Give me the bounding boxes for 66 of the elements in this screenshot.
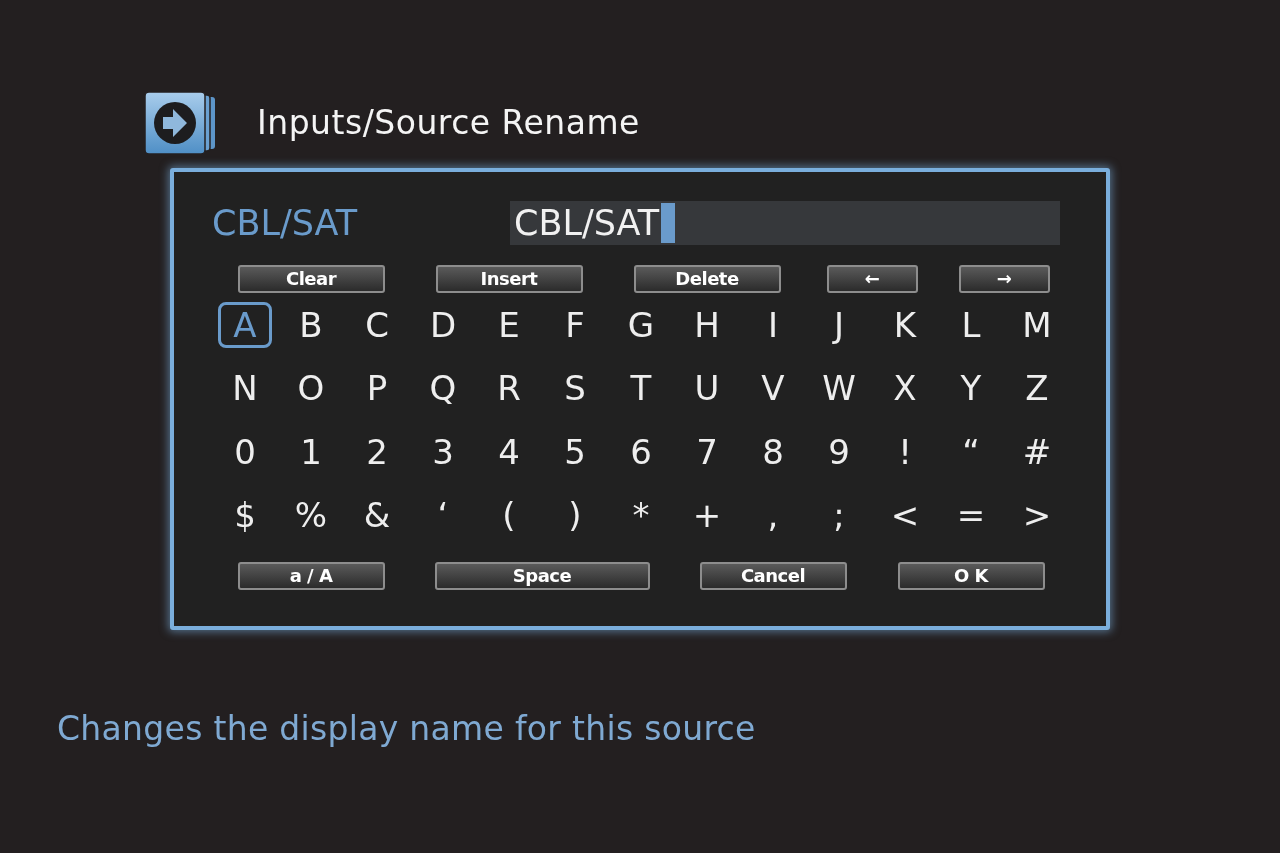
character-key[interactable]: S bbox=[548, 365, 602, 412]
cursor-left-button[interactable]: ← bbox=[826, 265, 918, 293]
character-key[interactable]: < bbox=[878, 492, 932, 539]
character-key[interactable]: M bbox=[1010, 301, 1064, 348]
character-key[interactable]: B bbox=[284, 301, 338, 348]
character-key[interactable]: E bbox=[482, 301, 536, 348]
character-key[interactable]: + bbox=[680, 492, 734, 539]
character-key[interactable]: ‘ bbox=[416, 492, 470, 539]
character-key[interactable]: 6 bbox=[614, 428, 668, 475]
cancel-button[interactable]: Cancel bbox=[699, 562, 847, 590]
character-key[interactable]: 8 bbox=[746, 428, 800, 475]
character-key[interactable]: R bbox=[482, 365, 536, 412]
character-key[interactable]: L bbox=[944, 301, 998, 348]
character-key[interactable]: 4 bbox=[482, 428, 536, 475]
source-label: CBL/SAT bbox=[212, 202, 359, 245]
clear-button[interactable]: Clear bbox=[237, 265, 385, 293]
space-button[interactable]: Space bbox=[434, 562, 650, 590]
character-key[interactable]: V bbox=[746, 365, 800, 412]
character-key[interactable]: ( bbox=[482, 492, 536, 539]
character-key[interactable]: U bbox=[680, 365, 734, 412]
character-key[interactable]: O bbox=[284, 365, 338, 412]
character-key[interactable]: X bbox=[878, 365, 932, 412]
character-key[interactable]: “ bbox=[944, 428, 998, 475]
character-key[interactable]: 9 bbox=[812, 428, 866, 475]
character-key[interactable]: T bbox=[614, 365, 668, 412]
page-title: Inputs/Source Rename bbox=[257, 102, 640, 145]
delete-button[interactable]: Delete bbox=[633, 265, 781, 293]
character-key[interactable]: I bbox=[746, 301, 800, 348]
character-key[interactable]: $ bbox=[218, 492, 272, 539]
character-key[interactable]: % bbox=[284, 492, 338, 539]
character-key[interactable]: Q bbox=[416, 365, 470, 412]
character-key[interactable]: ; bbox=[812, 492, 866, 539]
ok-button[interactable]: O K bbox=[897, 562, 1045, 590]
character-key[interactable]: W bbox=[812, 365, 866, 412]
character-key[interactable]: C bbox=[350, 301, 404, 348]
character-key[interactable]: , bbox=[746, 492, 800, 539]
character-key[interactable]: 7 bbox=[680, 428, 734, 475]
character-key[interactable]: * bbox=[614, 492, 668, 539]
case-toggle-button[interactable]: a / A bbox=[237, 562, 385, 590]
character-key[interactable]: 1 bbox=[284, 428, 338, 475]
character-key[interactable]: & bbox=[350, 492, 404, 539]
character-key[interactable]: Z bbox=[1010, 365, 1064, 412]
character-key[interactable]: J bbox=[812, 301, 866, 348]
character-key[interactable]: ) bbox=[548, 492, 602, 539]
character-key[interactable]: 5 bbox=[548, 428, 602, 475]
character-key[interactable]: = bbox=[944, 492, 998, 539]
cursor-right-button[interactable]: → bbox=[958, 265, 1050, 293]
character-key[interactable]: 3 bbox=[416, 428, 470, 475]
character-key[interactable]: G bbox=[614, 301, 668, 348]
name-input-field[interactable]: CBL/SAT bbox=[510, 201, 1060, 245]
character-key[interactable]: P bbox=[350, 365, 404, 412]
source-arrow-icon bbox=[145, 92, 217, 154]
character-key[interactable]: 0 bbox=[218, 428, 272, 475]
character-key[interactable]: ! bbox=[878, 428, 932, 475]
character-key[interactable]: F bbox=[548, 301, 602, 348]
character-key[interactable]: Y bbox=[944, 365, 998, 412]
insert-button[interactable]: Insert bbox=[435, 265, 583, 293]
character-key[interactable]: K bbox=[878, 301, 932, 348]
character-key[interactable]: > bbox=[1010, 492, 1064, 539]
character-key[interactable]: # bbox=[1010, 428, 1064, 475]
character-key[interactable]: H bbox=[680, 301, 734, 348]
character-key[interactable]: N bbox=[218, 365, 272, 412]
character-key[interactable]: 2 bbox=[350, 428, 404, 475]
character-key[interactable]: A bbox=[218, 301, 272, 348]
character-key[interactable]: D bbox=[416, 301, 470, 348]
help-text: Changes the display name for this source bbox=[57, 708, 757, 750]
